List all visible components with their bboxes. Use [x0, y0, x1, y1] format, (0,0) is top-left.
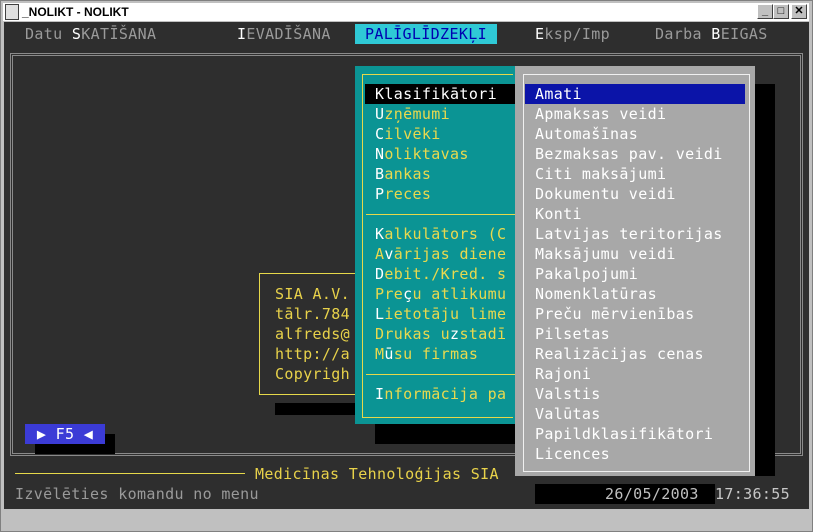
menu-item-informacija[interactable]: Informācija pa: [375, 384, 506, 404]
submenu-item-4[interactable]: Citi maksājumi: [535, 164, 745, 184]
menu-item-noliktavas[interactable]: Noliktavas: [375, 144, 469, 164]
menu-item-klasifikatori[interactable]: Klasifikātori: [365, 84, 515, 104]
menu-item-uznemumi[interactable]: Uzņēmumi: [375, 104, 450, 124]
info-line-1: SIA A.V.: [275, 285, 351, 303]
submenu-item-13[interactable]: Realizācijas cenas: [535, 344, 745, 364]
submenu-item-18[interactable]: Licences: [535, 444, 745, 464]
status-message: Izvēlēties komandu no menu: [15, 485, 259, 503]
submenu-item-17[interactable]: Papildklasifikātori: [535, 424, 745, 444]
menu-eksp-imp[interactable]: Eksp/Imp: [535, 24, 610, 44]
info-box-shadow: [275, 403, 360, 415]
submenu-item-10[interactable]: Nomenklatūras: [535, 284, 745, 304]
menu-palidzekli[interactable]: PALĪGLĪDZEKĻI: [355, 24, 497, 44]
menu-item-drukas-uzstadijumi[interactable]: Drukas uzstadī: [375, 324, 506, 344]
menu-separator: [366, 214, 516, 215]
submenu-item-15[interactable]: Valstis: [535, 384, 745, 404]
submenu-item-14[interactable]: Rajoni: [535, 364, 745, 384]
submenu-item-1[interactable]: Apmaksas veidi: [535, 104, 745, 124]
footer-rule-left: [15, 473, 245, 474]
submenu-item-12[interactable]: Pilsetas: [535, 324, 745, 344]
menu-item-debit-kred[interactable]: Debit./Kred. s: [375, 264, 506, 284]
submenu-item-11[interactable]: Preču mērvienības: [535, 304, 745, 324]
menu-datu-skatisana[interactable]: Datu SKATĪŠANA: [25, 24, 156, 44]
submenu-item-5[interactable]: Dokumentu veidi: [535, 184, 745, 204]
menu-item-cilveki[interactable]: Cilvēki: [375, 124, 441, 144]
dropdown-shadow: [375, 424, 515, 444]
info-line-4: http://a: [275, 345, 351, 363]
info-line-2: tālr.784: [275, 305, 351, 323]
menu-item-lietotaju-limeni[interactable]: Lietotāju lime: [375, 304, 506, 324]
close-button[interactable]: ✕: [791, 4, 807, 19]
submenu-item-8[interactable]: Maksājumu veidi: [535, 244, 745, 264]
submenu-item-6[interactable]: Konti: [535, 204, 745, 224]
window-title: _NOLIKT - NOLIKT: [22, 5, 129, 19]
menu-item-kalkulators[interactable]: Kalkulātors (C: [375, 224, 506, 244]
submenu-item-selected[interactable]: Amati: [525, 84, 745, 104]
submenu-shadow: [755, 84, 775, 476]
status-time: 17:36:55: [715, 485, 791, 503]
maximize-button[interactable]: □: [773, 4, 789, 19]
menu-item-musu-firmas[interactable]: Mūsu firmas: [375, 344, 478, 364]
minimize-button[interactable]: _: [757, 4, 773, 19]
menu-darba-beigas[interactable]: Darba BEIGAS: [655, 24, 768, 44]
submenu-list: Apmaksas veidi Automašīnas Bezmaksas pav. …: [535, 104, 745, 464]
company-banner: Medicīnas Tehnoloģijas SIA: [255, 465, 499, 483]
submenu-item-3[interactable]: Bezmaksas pav. veidi: [535, 144, 745, 164]
info-line-5: Copyrigh: [275, 365, 351, 383]
status-date: 26/05/2003: [605, 485, 699, 503]
menu-item-precu-atlikumu[interactable]: Preçu atlikumu: [375, 284, 506, 304]
menu-separator: [366, 374, 516, 375]
submenu-item-7[interactable]: Latvijas teritorijas: [535, 224, 745, 244]
app-icon: [5, 4, 19, 20]
menu-item-preces[interactable]: Preces: [375, 184, 431, 204]
submenu-item-9[interactable]: Pakalpojumi: [535, 264, 745, 284]
submenu-item-16[interactable]: Valūtas: [535, 404, 745, 424]
f5-button[interactable]: ▶ F5 ◀: [25, 424, 105, 444]
menu-ievadisana[interactable]: IEVADĪŠANA: [237, 24, 331, 44]
info-line-3: alfreds@: [275, 325, 351, 343]
menu-item-avarijas-dienests[interactable]: Avārijas diene: [375, 244, 506, 264]
submenu-item-2[interactable]: Automašīnas: [535, 124, 745, 144]
menu-item-bankas[interactable]: Bankas: [375, 164, 431, 184]
